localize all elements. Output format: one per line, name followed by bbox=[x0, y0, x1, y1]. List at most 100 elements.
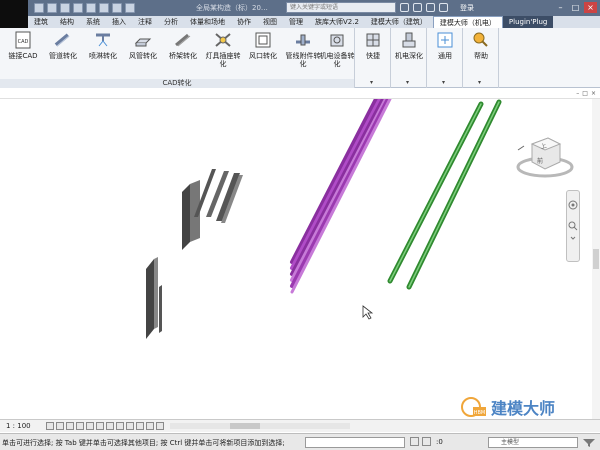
tab-view[interactable]: 视图 bbox=[257, 16, 283, 28]
tab-systems[interactable]: 系统 bbox=[80, 16, 106, 28]
cad-convert-group-label: CAD转化 bbox=[0, 79, 354, 88]
star-icon[interactable] bbox=[426, 3, 435, 12]
highlight-displacement-icon[interactable] bbox=[156, 422, 164, 430]
redo-icon[interactable] bbox=[86, 3, 96, 13]
model-select[interactable]: 主模型 bbox=[488, 437, 578, 448]
undo-icon[interactable] bbox=[73, 3, 83, 13]
tab-collaborate[interactable]: 协作 bbox=[231, 16, 257, 28]
horizontal-scrollbar[interactable] bbox=[170, 421, 350, 431]
close-icon[interactable]: × bbox=[584, 2, 597, 13]
sync-icon[interactable] bbox=[60, 3, 70, 13]
mep-equipment-convert-button[interactable]: 机电设备转化 bbox=[318, 30, 356, 68]
shortcut-dropdown-icon[interactable]: ▾ bbox=[370, 79, 373, 86]
lighting-convert-icon bbox=[215, 33, 231, 47]
general-button[interactable]: 通用 bbox=[427, 30, 463, 60]
show-crop-icon[interactable] bbox=[106, 422, 114, 430]
tab-massing[interactable]: 体量和场地 bbox=[184, 16, 231, 28]
mep-deepen-dropdown-icon[interactable]: ▾ bbox=[406, 79, 409, 86]
duct-convert-icon bbox=[134, 38, 152, 47]
mep-deepen-button[interactable]: 机电深化 bbox=[391, 30, 427, 60]
temporary-hide-icon[interactable] bbox=[126, 422, 134, 430]
sprinkler-convert-button[interactable]: 喷淋转化 bbox=[84, 30, 122, 60]
render-icon[interactable] bbox=[86, 422, 94, 430]
tab-modeling-arch[interactable]: 建模大师（建筑） bbox=[365, 16, 433, 28]
pipe-accessory-convert-button[interactable]: 管线附件转化 bbox=[284, 30, 322, 68]
general-dropdown-icon[interactable]: ▾ bbox=[442, 79, 445, 86]
login-button[interactable]: 登录 bbox=[460, 3, 474, 13]
air-terminal-convert-button[interactable]: 风口转化 bbox=[244, 30, 282, 60]
workset-select[interactable] bbox=[305, 437, 405, 448]
save-icon[interactable] bbox=[47, 3, 57, 13]
view-close-icon[interactable]: × bbox=[591, 90, 596, 97]
subscription-icon[interactable] bbox=[413, 3, 422, 12]
status-message: 单击可进行选择; 按 Tab 键并单击可选择其他项目; 按 Ctrl 键并单击可… bbox=[2, 439, 285, 447]
mep-deepen-label: 机电深化 bbox=[395, 52, 423, 60]
tab-plugin[interactable]: Plugin'Plug bbox=[502, 16, 554, 28]
navigation-bar[interactable] bbox=[566, 190, 580, 262]
user-icon[interactable] bbox=[439, 3, 448, 12]
analytical-model-icon[interactable] bbox=[146, 422, 154, 430]
editing-requests-icon[interactable] bbox=[410, 437, 419, 446]
pipe-bundle[interactable] bbox=[387, 99, 502, 290]
pipe-convert-label: 管道转化 bbox=[49, 52, 77, 60]
pipe-convert-button[interactable]: 管道转化 bbox=[44, 30, 82, 60]
view-scale[interactable]: 1 : 100 bbox=[0, 422, 46, 430]
zoom-dropdown-icon[interactable] bbox=[570, 236, 576, 240]
model-drawing: 上 前 bbox=[146, 97, 600, 419]
mep-deepen-group: 机电深化 ▾ bbox=[391, 28, 427, 88]
visual-style-icon[interactable] bbox=[56, 422, 64, 430]
tab-architecture[interactable]: 建筑 bbox=[28, 16, 54, 28]
status-icons bbox=[410, 437, 431, 446]
lock-view-icon[interactable] bbox=[116, 422, 124, 430]
horizontal-scrollbar-thumb[interactable] bbox=[230, 423, 260, 429]
cable-tray-convert-icon bbox=[175, 33, 191, 47]
open-icon[interactable] bbox=[34, 3, 44, 13]
cable-tray-convert-button[interactable]: 桥架转化 bbox=[164, 30, 202, 60]
reveal-hidden-icon[interactable] bbox=[136, 422, 144, 430]
equipment-panel-lower[interactable] bbox=[146, 257, 162, 339]
detail-level-icon[interactable] bbox=[46, 422, 54, 430]
tab-manage[interactable]: 管理 bbox=[283, 16, 309, 28]
filter-icon[interactable] bbox=[582, 438, 596, 448]
tab-analyze[interactable]: 分析 bbox=[158, 16, 184, 28]
duct-convert-button[interactable]: 风管转化 bbox=[124, 30, 162, 60]
steering-wheel-icon[interactable] bbox=[568, 200, 578, 210]
search-input[interactable]: 键入关键字或短语 bbox=[286, 2, 396, 13]
tab-insert[interactable]: 插入 bbox=[106, 16, 132, 28]
vertical-scrollbar-thumb[interactable] bbox=[593, 249, 599, 269]
shortcut-button[interactable]: 快捷 bbox=[355, 30, 391, 60]
tab-annotate[interactable]: 注释 bbox=[132, 16, 158, 28]
duct-bundle[interactable] bbox=[290, 97, 392, 294]
measure-icon[interactable] bbox=[112, 3, 122, 13]
tab-family-library[interactable]: 族库大师V2.2 bbox=[309, 16, 365, 28]
text-icon[interactable] bbox=[125, 3, 135, 13]
tab-structure[interactable]: 结构 bbox=[54, 16, 80, 28]
minimize-icon[interactable]: – bbox=[554, 2, 567, 13]
view-minimize-icon[interactable]: – bbox=[576, 90, 579, 97]
sprinkler-convert-label: 喷淋转化 bbox=[89, 52, 117, 60]
sun-path-icon[interactable] bbox=[66, 422, 74, 430]
view-restore-icon[interactable]: □ bbox=[582, 90, 588, 97]
3d-view-canvas[interactable]: 上 前 bbox=[0, 97, 600, 419]
help-button[interactable]: 帮助 bbox=[463, 30, 499, 60]
equipment-panel-upper[interactable] bbox=[182, 169, 243, 250]
mep-equipment-convert-icon bbox=[330, 34, 344, 47]
link-cad-button[interactable]: CAD 链接CAD bbox=[4, 30, 42, 60]
air-terminal-convert-label: 风口转化 bbox=[249, 52, 277, 60]
design-options-icon[interactable] bbox=[422, 437, 431, 446]
tab-modeling-mep[interactable]: 建模大师（机电） bbox=[432, 15, 503, 29]
general-label: 通用 bbox=[438, 52, 452, 60]
restore-icon[interactable]: □ bbox=[569, 2, 582, 13]
binoculars-icon[interactable] bbox=[400, 3, 409, 12]
viewcube[interactable]: 上 前 bbox=[516, 137, 574, 178]
shortcut-label: 快捷 bbox=[366, 52, 380, 60]
pipe-accessory-convert-label: 管线附件转化 bbox=[285, 52, 321, 68]
crop-view-icon[interactable] bbox=[96, 422, 104, 430]
print-icon[interactable] bbox=[99, 3, 109, 13]
lighting-convert-button[interactable]: 灯具插座转化 bbox=[204, 30, 242, 68]
selection-count: :0 bbox=[436, 438, 443, 446]
zoom-icon[interactable] bbox=[568, 221, 578, 231]
help-dropdown-icon[interactable]: ▾ bbox=[478, 79, 481, 86]
view-window-controls: – □ × bbox=[576, 90, 596, 97]
shadows-icon[interactable] bbox=[76, 422, 84, 430]
